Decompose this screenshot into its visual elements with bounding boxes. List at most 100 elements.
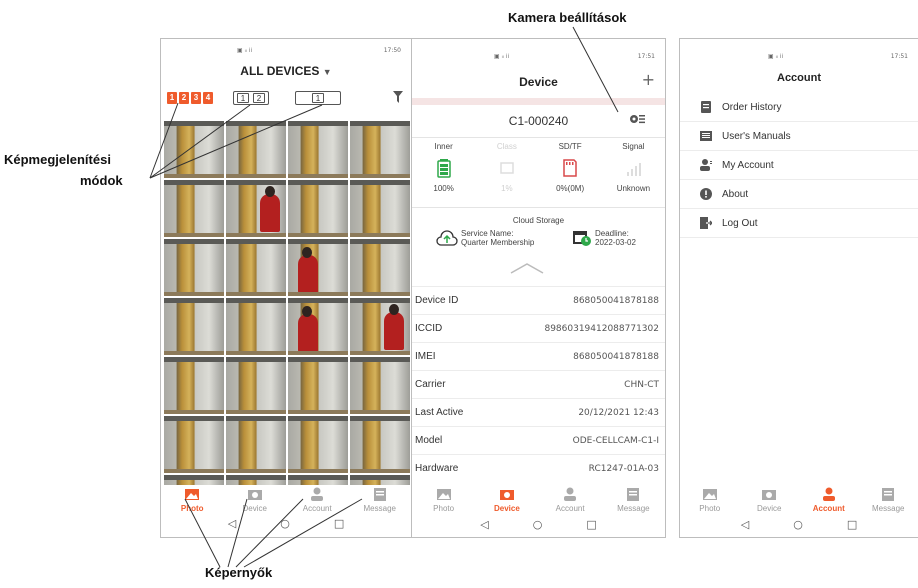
photo-thumbnail[interactable]	[288, 180, 348, 237]
sd-card-icon	[563, 159, 577, 177]
back-button[interactable]: ◁	[480, 518, 488, 531]
photo-thumbnail[interactable]	[164, 416, 224, 473]
photo-icon	[702, 489, 717, 500]
mode-grid-1-button[interactable]: 1	[295, 91, 341, 105]
message-icon	[882, 488, 895, 501]
tab-bar: Photo Device Account Message	[412, 487, 665, 513]
photo-thumbnail[interactable]	[226, 298, 286, 355]
menu-item-users-manuals[interactable]: User's Manuals	[680, 122, 918, 151]
tab-photo[interactable]: Photo	[412, 487, 475, 513]
tab-message[interactable]: Message	[602, 487, 665, 513]
info-row: Hardware RC1247-01A-03	[412, 454, 665, 482]
photo-thumbnail[interactable]	[350, 416, 410, 473]
photo-thumbnail[interactable]	[226, 180, 286, 237]
photo-thumbnail[interactable]	[288, 357, 348, 414]
tab-bar: Photo Device Account Message	[161, 487, 411, 513]
manual-icon	[700, 131, 712, 141]
collapse-icon[interactable]	[509, 261, 545, 275]
tab-account[interactable]: Account	[539, 487, 602, 513]
device-screen: ▣ ᵢₗ ⁞⁞ 17:51 Device + C1-000240 Inner 1…	[411, 38, 666, 538]
tab-bar: Photo Device Account Message	[680, 487, 918, 513]
camera-icon	[247, 490, 262, 500]
photo-thumbnail[interactable]	[226, 416, 286, 473]
back-button[interactable]: ◁	[741, 518, 749, 531]
annotation-display-modes-2: módok	[80, 173, 123, 188]
tab-device[interactable]: Device	[224, 487, 287, 513]
battery-icon	[436, 159, 451, 178]
deadline: Deadline: 2022-03-02	[572, 229, 636, 247]
photo-thumbnail[interactable]	[350, 357, 410, 414]
tab-device[interactable]: Device	[475, 487, 538, 513]
message-icon	[373, 488, 386, 501]
add-device-button[interactable]: +	[642, 70, 655, 89]
user-icon	[311, 487, 324, 501]
photo-thumbnail[interactable]	[226, 357, 286, 414]
person-head	[302, 247, 312, 258]
mode-grid-2-button[interactable]: 1 2	[233, 91, 269, 105]
tab-device[interactable]: Device	[740, 487, 800, 513]
tab-message[interactable]: Message	[859, 487, 918, 513]
storage-icon	[500, 162, 514, 174]
device-selector[interactable]: ALL DEVICES ▼	[161, 64, 411, 78]
person-figure	[384, 312, 404, 350]
camera-settings-icon[interactable]	[629, 112, 645, 126]
photo-thumbnail[interactable]	[164, 180, 224, 237]
home-button[interactable]: ○	[280, 517, 290, 530]
user-icon	[700, 159, 712, 171]
stat-sdtf: SD/TF 0%(0M)	[556, 142, 585, 193]
photo-thumbnail[interactable]	[288, 298, 348, 355]
photo-thumbnail[interactable]	[288, 416, 348, 473]
tab-photo[interactable]: Photo	[680, 487, 740, 513]
home-button[interactable]: ○	[533, 518, 543, 531]
recent-apps-button[interactable]: □	[334, 517, 344, 530]
photo-thumbnail[interactable]	[226, 475, 286, 485]
photo-thumbnail[interactable]	[350, 239, 410, 296]
tab-message[interactable]: Message	[349, 487, 412, 513]
back-button[interactable]: ◁	[228, 517, 236, 530]
photo-thumbnail[interactable]	[350, 475, 410, 485]
photo-thumbnail[interactable]	[288, 239, 348, 296]
photo-thumbnail[interactable]	[164, 475, 224, 485]
display-mode-bar: 1 2 3 4 1 2 1	[167, 91, 407, 105]
filter-icon[interactable]	[393, 91, 403, 103]
user-icon	[564, 487, 577, 501]
tab-account[interactable]: Account	[286, 487, 349, 513]
menu-item-about[interactable]: About	[680, 180, 918, 209]
status-time: 17:50	[383, 47, 401, 54]
photo-thumbnail[interactable]	[164, 239, 224, 296]
user-icon	[822, 487, 835, 501]
service-name: Service Name: Quarter Membership	[436, 229, 534, 247]
photo-thumbnail[interactable]	[226, 121, 286, 178]
person-figure	[298, 255, 318, 293]
photo-thumbnail[interactable]	[164, 121, 224, 178]
recent-apps-button[interactable]: □	[847, 518, 857, 531]
signal-status-icon: ▣ ᵢₗ ⁞⁞	[768, 53, 784, 60]
photo-thumbnail[interactable]	[164, 357, 224, 414]
menu-item-log-out[interactable]: Log Out	[680, 209, 918, 238]
menu-item-order-history[interactable]: Order History	[680, 93, 918, 122]
info-row: Last Active 20/12/2021 12:43	[412, 398, 665, 426]
info-icon	[700, 188, 712, 200]
status-bar: ▣ ᵢₗ ⁞⁞ 17:50	[161, 39, 411, 61]
annotation-display-modes-1: Képmegjelenítési	[4, 152, 111, 167]
person-head	[389, 304, 399, 315]
home-button[interactable]: ○	[793, 518, 803, 531]
divider	[412, 137, 665, 138]
tab-account[interactable]: Account	[799, 487, 859, 513]
photo-thumbnail[interactable]	[350, 180, 410, 237]
status-bar: ▣ ᵢₗ ⁞⁞ 17:51	[680, 39, 918, 61]
photo-thumbnail[interactable]	[164, 298, 224, 355]
message-icon	[627, 488, 640, 501]
photo-thumbnail[interactable]	[288, 121, 348, 178]
mode-grid-4-button[interactable]: 1 2 3 4	[167, 91, 213, 105]
device-stats: Inner 100% Class 1% SD/TF 0%(0M) Signal …	[412, 142, 665, 193]
photo-thumbnail[interactable]	[350, 121, 410, 178]
cloud-storage-title: Cloud Storage	[512, 216, 565, 225]
photo-thumbnail[interactable]	[288, 475, 348, 485]
photo-grid	[164, 121, 410, 485]
menu-item-my-account[interactable]: My Account	[680, 151, 918, 180]
recent-apps-button[interactable]: □	[586, 518, 596, 531]
tab-photo[interactable]: Photo	[161, 487, 224, 513]
photo-thumbnail[interactable]	[350, 298, 410, 355]
photo-thumbnail[interactable]	[226, 239, 286, 296]
